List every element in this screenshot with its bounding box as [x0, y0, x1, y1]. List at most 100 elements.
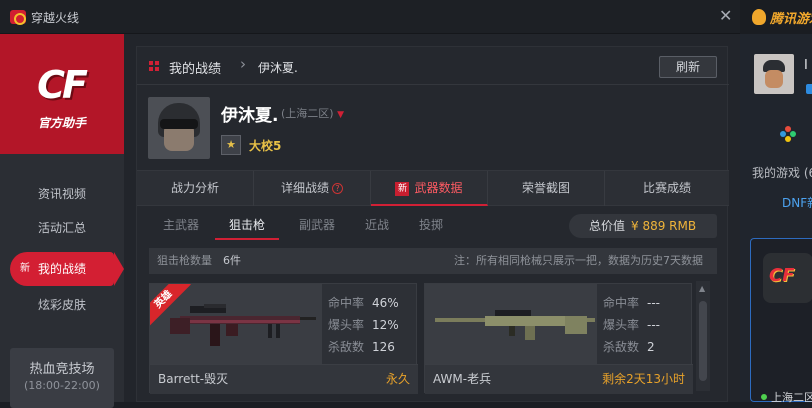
subtab-throwable[interactable]: 投掷: [407, 214, 455, 240]
cf-game-tile[interactable]: 上海二区: [750, 238, 812, 405]
sidebar-item-my-record[interactable]: 新 我的战绩: [10, 252, 124, 286]
weapon-image: 英雄: [150, 284, 322, 364]
games-icon: [780, 126, 796, 142]
arena-title: 热血竞技场: [29, 362, 95, 377]
tab-label: 武器数据: [414, 181, 463, 195]
tencent-games-panel: 腾讯游戏 I 我的游戏 (6 DNF新 上海二区: [740, 0, 812, 405]
subtab-melee[interactable]: 近战: [353, 214, 401, 240]
sidebar-item-label: 我的战绩: [38, 262, 87, 276]
arena-time: (18:00-22:00): [24, 379, 100, 392]
stat-label: 杀敌数: [328, 340, 365, 354]
breadcrumb-current: 伊沐夏.: [258, 61, 298, 75]
breadcrumb-section[interactable]: 我的战绩: [169, 58, 221, 77]
app-window: 穿越火线 ✕ CF 官方助手 资讯视频 活动汇总 新 我的战绩 炫彩皮肤 热血竞…: [0, 0, 740, 408]
weapon-duration: 剩余2天13小时: [602, 372, 685, 386]
scrollbar[interactable]: ▲: [696, 281, 710, 391]
total-label: 总价值: [589, 219, 626, 233]
scroll-up-icon[interactable]: ▲: [699, 284, 705, 293]
subtab-primary[interactable]: 主武器: [151, 214, 211, 240]
stat-value: 12%: [372, 318, 399, 332]
region-label: (上海二区): [281, 107, 334, 120]
dnf-link[interactable]: DNF新: [782, 194, 812, 211]
weapon-footer: AWM-老兵 剩余2天13小时: [425, 364, 693, 394]
my-games-link[interactable]: 我的游戏 (6: [752, 164, 812, 181]
stat-value: 2: [647, 340, 655, 354]
sidebar-item-news-video[interactable]: 资讯视频: [0, 177, 124, 211]
count-value: 6件: [223, 254, 241, 267]
count-note: 注：所有相同枪械只展示一把，数据为历史7天数据: [454, 254, 703, 267]
tencent-header: 腾讯游戏: [740, 0, 812, 34]
total-amount: ¥ 889 RMB: [631, 219, 697, 233]
main-panel: 我的战绩 › 伊沐夏. 刷新 伊沐夏. (上海二区) ▼ ★ 大校5 战力分析 …: [136, 46, 729, 402]
window-title: 穿越火线: [31, 11, 80, 25]
help-icon[interactable]: ?: [332, 183, 343, 194]
grid-icon: [149, 61, 159, 71]
player-name: 伊沐夏.: [221, 106, 279, 126]
stat-value: ---: [647, 296, 660, 310]
arena-button[interactable]: 热血竞技场 (18:00-22:00): [10, 348, 114, 408]
user-avatar[interactable]: [754, 54, 794, 94]
subtab-secondary[interactable]: 副武器: [287, 214, 347, 240]
tab-label: 战力分析: [170, 181, 219, 195]
brand-subtitle: 官方助手: [37, 116, 86, 130]
refresh-button[interactable]: 刷新: [659, 56, 717, 78]
stat-label: 杀敌数: [603, 340, 640, 354]
sniper-count-bar: 狙击枪数量 6件 注：所有相同枪械只展示一把，数据为历史7天数据: [149, 248, 717, 274]
new-badge: 新: [395, 182, 410, 196]
weapon-image: [425, 284, 597, 364]
close-icon[interactable]: ✕: [719, 6, 732, 25]
server-status: 上海二区: [761, 389, 812, 405]
weapon-name: Barrett-毁灭: [158, 372, 229, 386]
tab-honor-screenshots[interactable]: 荣誉截图: [488, 171, 605, 206]
stat-value: 46%: [372, 296, 399, 310]
stat-value: ---: [647, 318, 660, 332]
cf-logo-icon: [10, 10, 26, 25]
weapon-card[interactable]: 英雄 命中率 46% 爆头率 12% 杀敌数 126 Barrett-毁灭 永久: [149, 283, 418, 394]
sidebar-item-skins[interactable]: 炫彩皮肤: [0, 288, 124, 322]
player-profile: 伊沐夏. (上海二区) ▼ ★ 大校5: [137, 85, 729, 169]
main-tabs: 战力分析 详细战绩? 新武器数据 荣誉截图 比赛成绩: [137, 170, 729, 206]
tab-label: 比赛成绩: [642, 181, 691, 195]
sidebar-item-label: 资讯视频: [38, 187, 87, 201]
cf-game-icon: [763, 253, 812, 303]
tencent-title: 腾讯游戏: [770, 12, 812, 27]
avatar: [148, 97, 210, 159]
server-name: 上海二区: [771, 391, 812, 404]
sidebar-item-activities[interactable]: 活动汇总: [0, 211, 124, 245]
online-dot-icon: [761, 394, 767, 400]
tencent-logo-icon: [752, 9, 766, 25]
weapon-name: AWM-老兵: [433, 372, 492, 386]
stat-label: 爆头率: [603, 318, 640, 332]
level-icon: [806, 84, 812, 94]
chevron-right-icon: ›: [240, 55, 246, 73]
scrollbar-thumb[interactable]: [699, 301, 707, 381]
breadcrumb: 我的战绩 › 伊沐夏. 刷新: [137, 47, 729, 85]
tab-power-analysis[interactable]: 战力分析: [137, 171, 254, 206]
tab-match-results[interactable]: 比赛成绩: [605, 171, 729, 206]
tab-label: 详细战绩: [280, 181, 329, 195]
tab-detailed-record[interactable]: 详细战绩?: [254, 171, 371, 206]
weapon-card[interactable]: 命中率 --- 爆头率 --- 杀敌数 2 AWM-老兵 剩余2天13小时: [424, 283, 693, 394]
brand-cf-text: CF: [37, 63, 88, 107]
stat-label: 命中率: [328, 296, 365, 310]
stat-value: 126: [372, 340, 395, 354]
tab-label: 荣誉截图: [521, 181, 570, 195]
weapon-stats: 命中率 --- 爆头率 --- 杀敌数 2: [603, 292, 660, 358]
weapon-stats: 命中率 46% 爆头率 12% 杀敌数 126: [328, 292, 399, 358]
tab-weapon-data[interactable]: 新武器数据: [371, 171, 488, 206]
count-label: 狙击枪数量: [157, 254, 212, 267]
weapon-subtabs: 主武器 狙击枪 副武器 近战 投掷 总价值 ¥ 889 RMB: [137, 212, 729, 240]
total-value: 总价值 ¥ 889 RMB: [569, 214, 717, 238]
caret-down-icon: ▼: [337, 110, 345, 120]
title-bar: 穿越火线 ✕: [0, 0, 740, 34]
sidebar-item-label: 活动汇总: [38, 221, 87, 235]
region-selector[interactable]: (上海二区) ▼: [281, 105, 344, 121]
stat-label: 爆头率: [328, 318, 365, 332]
weapon-footer: Barrett-毁灭 永久: [150, 364, 418, 394]
subtab-sniper[interactable]: 狙击枪: [215, 214, 279, 240]
sidebar-item-label: 炫彩皮肤: [38, 298, 87, 312]
rank-title: 大校5: [249, 139, 282, 153]
weapon-duration: 永久: [385, 372, 410, 386]
new-tag: 新: [20, 263, 30, 274]
brand-logo: CF 官方助手: [0, 34, 124, 154]
